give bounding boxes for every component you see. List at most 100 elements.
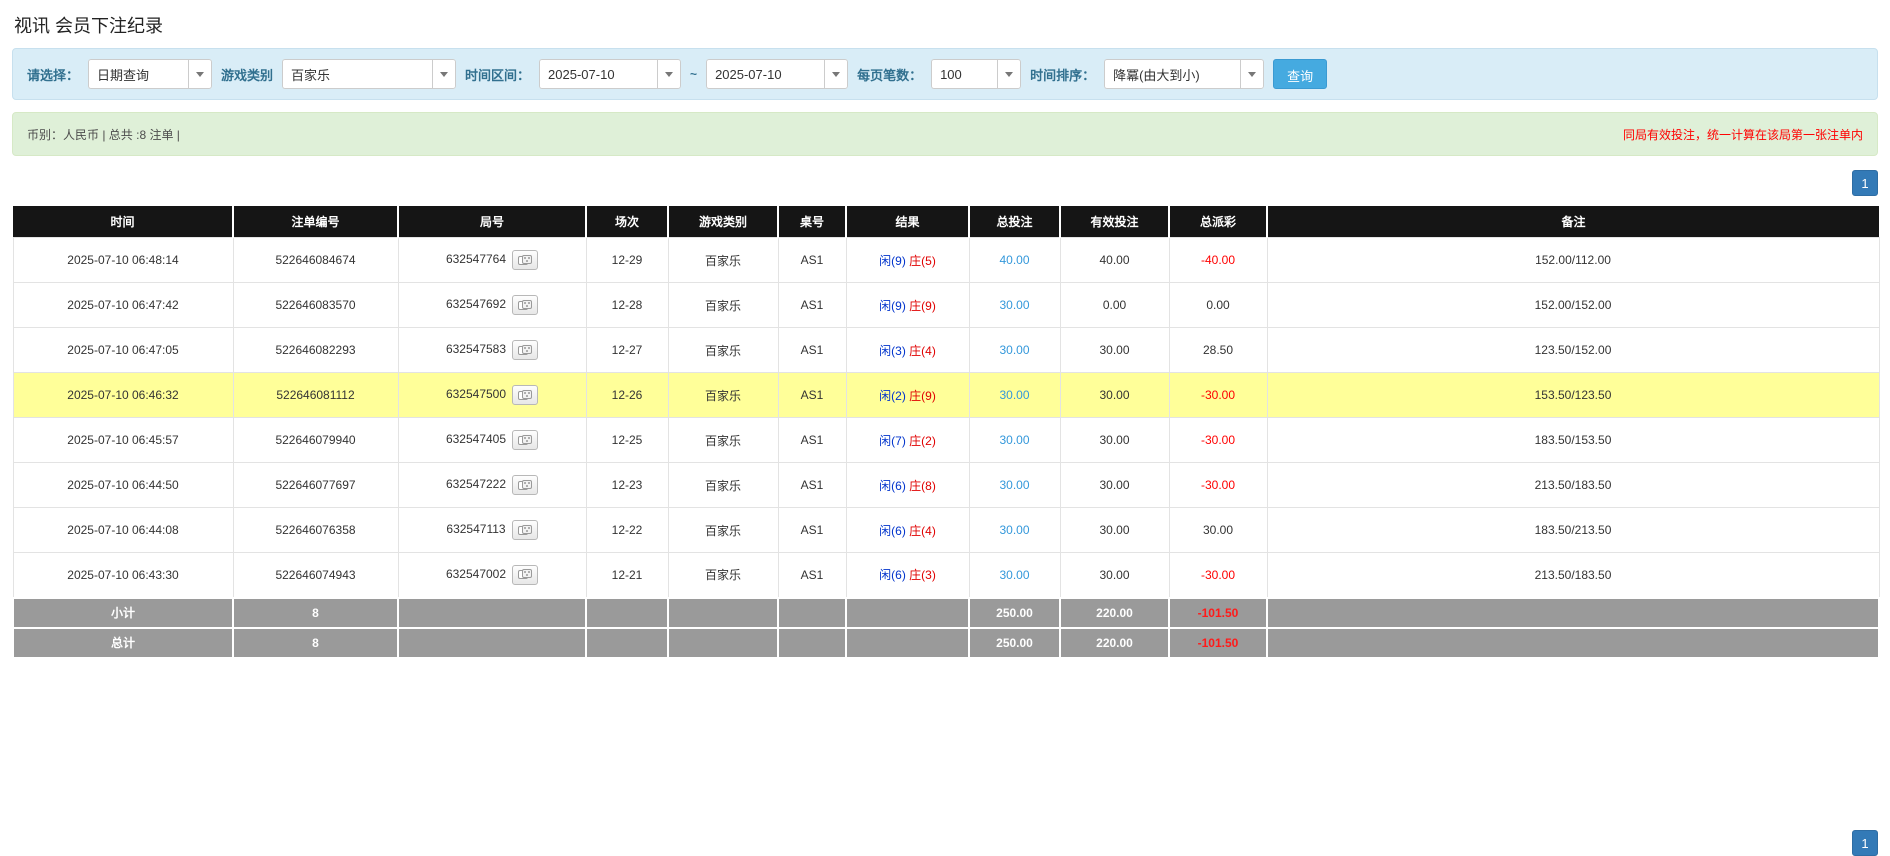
cell-game-type: 百家乐 [668, 373, 778, 418]
table-row: 2025-07-10 06:45:57 522646079940 6325474… [13, 418, 1879, 463]
round-id-text: 632547764 [446, 252, 506, 266]
cell-payout: -30.00 [1169, 373, 1267, 418]
total-bet-link[interactable]: 40.00 [999, 253, 1029, 267]
total-bet-link[interactable]: 30.00 [999, 478, 1029, 492]
total-bet-link[interactable]: 30.00 [999, 568, 1029, 582]
cell-payout: -40.00 [1169, 238, 1267, 283]
round-id-text: 632547222 [446, 477, 506, 491]
date-from-input[interactable] [539, 59, 657, 89]
round-id-text: 632547692 [446, 297, 506, 311]
summary-bar: 币别：人民币 | 总共 :8 注单 | 同局有效投注，统一计算在该局第一张注单内 [12, 112, 1878, 156]
cell-bet-id: 522646077697 [233, 463, 398, 508]
cell-valid-bet: 0.00 [1060, 283, 1169, 328]
cell-game-type: 百家乐 [668, 553, 778, 598]
table-row: 2025-07-10 06:44:50 522646077697 6325472… [13, 463, 1879, 508]
cell-remark: 213.50/183.50 [1267, 553, 1879, 598]
total-bet-link[interactable]: 30.00 [999, 388, 1029, 402]
cell-table-no: AS1 [778, 373, 846, 418]
cell-remark: 152.00/112.00 [1267, 238, 1879, 283]
view-game-result-button[interactable] [512, 295, 538, 315]
cell-table-no: AS1 [778, 508, 846, 553]
cell-total-bet: 30.00 [969, 553, 1060, 598]
page-size-input[interactable] [931, 59, 997, 89]
total-bet-link[interactable]: 30.00 [999, 433, 1029, 447]
date-from-dropdown-button[interactable] [657, 59, 681, 89]
cell-round-id: 632547405 [398, 418, 586, 463]
cell-bet-id: 522646083570 [233, 283, 398, 328]
cell-total-bet: 30.00 [969, 328, 1060, 373]
total-payout: -101.50 [1169, 628, 1267, 658]
result-banker: 庄(4) [909, 524, 936, 538]
table-header-row: 时间注单编号局号场次游戏类别桌号结果总投注有效投注总派彩备注 [13, 206, 1879, 238]
column-header-0: 时间 [13, 206, 233, 238]
cell-bet-id: 522646081112 [233, 373, 398, 418]
filler-cell [668, 628, 778, 658]
cell-valid-bet: 30.00 [1060, 553, 1169, 598]
date-to-input[interactable] [706, 59, 824, 89]
view-game-result-button[interactable] [512, 385, 538, 405]
view-game-result-button[interactable] [512, 250, 538, 270]
cell-time: 2025-07-10 06:44:08 [13, 508, 233, 553]
currency-summary-text: 币别：人民币 | 总共 :8 注单 | [27, 126, 180, 143]
total-total-bet: 250.00 [969, 628, 1060, 658]
select-type-input[interactable] [88, 59, 188, 89]
search-button[interactable]: 查询 [1273, 59, 1327, 89]
cell-time: 2025-07-10 06:45:57 [13, 418, 233, 463]
cell-total-bet: 30.00 [969, 283, 1060, 328]
result-banker: 庄(2) [909, 434, 936, 448]
pagination-page-1-button[interactable]: 1 [1852, 170, 1878, 196]
filter-bar: 请选择： 游戏类别 时间区间： ~ 每页笔数： 时间排序： 查询 [12, 48, 1878, 100]
cell-bet-id: 522646079940 [233, 418, 398, 463]
cell-valid-bet: 30.00 [1060, 418, 1169, 463]
select-type-dropdown-button[interactable] [188, 59, 212, 89]
column-header-10: 备注 [1267, 206, 1879, 238]
total-bet-link[interactable]: 30.00 [999, 523, 1029, 537]
result-player: 闲(6) [879, 524, 906, 538]
game-type-input[interactable] [282, 59, 432, 89]
filler-cell [398, 628, 586, 658]
total-valid-bet: 220.00 [1060, 628, 1169, 658]
column-header-3: 场次 [586, 206, 668, 238]
cell-payout: -30.00 [1169, 418, 1267, 463]
total-bet-link[interactable]: 30.00 [999, 343, 1029, 357]
table-row: 2025-07-10 06:44:08 522646076358 6325471… [13, 508, 1879, 553]
page-size-dropdown-button[interactable] [997, 59, 1021, 89]
view-game-result-button[interactable] [512, 475, 538, 495]
view-game-result-button[interactable] [512, 565, 538, 585]
date-to-dropdown-button[interactable] [824, 59, 848, 89]
view-game-result-button[interactable] [512, 340, 538, 360]
result-banker: 庄(3) [909, 568, 936, 582]
cell-time: 2025-07-10 06:47:42 [13, 283, 233, 328]
view-game-result-button[interactable] [512, 520, 538, 540]
cell-total-bet: 30.00 [969, 373, 1060, 418]
cell-table-no: AS1 [778, 238, 846, 283]
cell-payout: 30.00 [1169, 508, 1267, 553]
table-row: 2025-07-10 06:47:05 522646082293 6325475… [13, 328, 1879, 373]
cell-session: 12-29 [586, 238, 668, 283]
dice-cards-icon [518, 345, 532, 356]
column-header-6: 结果 [846, 206, 969, 238]
game-type-dropdown-button[interactable] [432, 59, 456, 89]
table-row: 2025-07-10 06:47:42 522646083570 6325476… [13, 283, 1879, 328]
chevron-down-icon [832, 72, 840, 77]
cell-payout: 28.50 [1169, 328, 1267, 373]
cell-time: 2025-07-10 06:44:50 [13, 463, 233, 508]
view-game-result-button[interactable] [512, 430, 538, 450]
table-body: 2025-07-10 06:48:14 522646084674 6325477… [13, 238, 1879, 598]
round-id-text: 632547583 [446, 342, 506, 356]
cell-valid-bet: 30.00 [1060, 373, 1169, 418]
chevron-down-icon [665, 72, 673, 77]
sort-order-input[interactable] [1104, 59, 1240, 89]
cell-total-bet: 30.00 [969, 418, 1060, 463]
cell-session: 12-23 [586, 463, 668, 508]
select-type-label: 请选择： [27, 65, 79, 84]
subtotal-payout: -101.50 [1169, 598, 1267, 628]
chevron-down-icon [1248, 72, 1256, 77]
betting-records-table: 时间注单编号局号场次游戏类别桌号结果总投注有效投注总派彩备注 2025-07-1… [12, 206, 1880, 659]
pagination-page-1-bottom-button[interactable]: 1 [1852, 830, 1878, 856]
cell-game-type: 百家乐 [668, 328, 778, 373]
pagination-bottom: 1 [1852, 830, 1878, 856]
total-bet-link[interactable]: 30.00 [999, 298, 1029, 312]
sort-order-dropdown-button[interactable] [1240, 59, 1264, 89]
dice-cards-icon [518, 390, 532, 401]
